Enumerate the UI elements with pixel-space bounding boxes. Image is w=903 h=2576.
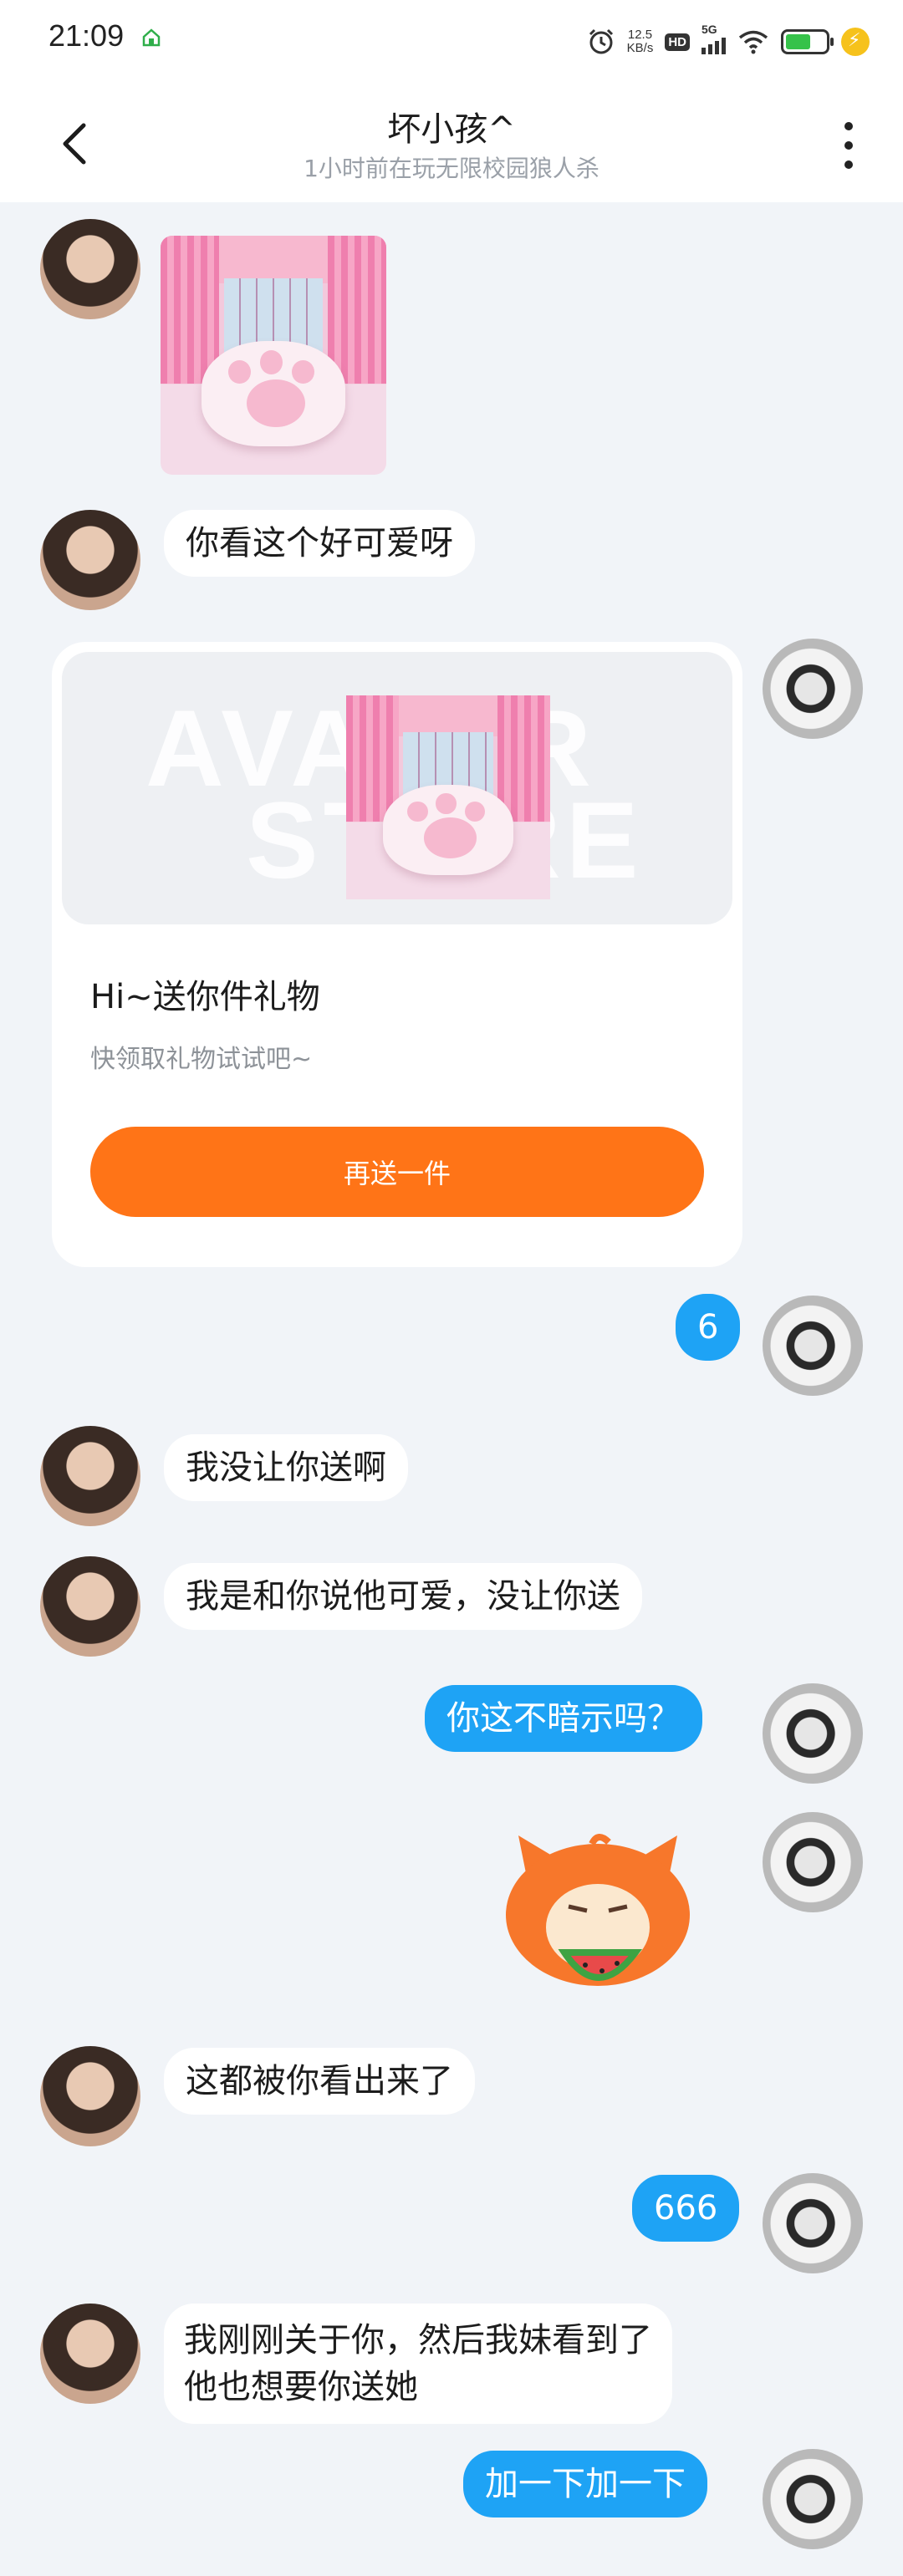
contact-avatar[interactable] (40, 510, 140, 610)
incoming-message[interactable]: 我没让你送啊 (164, 1434, 408, 1501)
net-speed: 12.5 KB/s (626, 28, 654, 55)
my-avatar[interactable] (763, 1812, 863, 1912)
chat-header: 坏小孩^ 1小时前在玩无限校园狼人杀 (0, 84, 903, 202)
gift-description: 快领取礼物试试吧~ (90, 1045, 313, 1074)
paw-cushion-image (161, 236, 386, 475)
status-icons: 12.5 KB/s HD 5G (587, 20, 870, 64)
my-avatar[interactable] (763, 2173, 863, 2273)
my-avatar[interactable] (763, 639, 863, 739)
outgoing-message[interactable]: 你这不暗示吗？ (425, 1685, 702, 1752)
signal-icon: 5G (701, 23, 726, 54)
my-avatar[interactable] (763, 2449, 863, 2549)
contact-status: 1小时前在玩无限校园狼人杀 (304, 155, 599, 182)
outgoing-message[interactable]: 666 (632, 2175, 740, 2242)
status-bar: 21:09 12.5 KB/s HD 5G (0, 0, 903, 84)
incoming-message[interactable]: 我刚刚关于你，然后我妹看到了 他也想要你送她 (164, 2304, 672, 2424)
contact-avatar[interactable] (40, 1426, 140, 1526)
incoming-message[interactable]: 我是和你说他可爱，没让你送 (164, 1563, 642, 1630)
outgoing-message[interactable]: 6 (676, 1294, 741, 1361)
clock: 21:09 (48, 18, 125, 53)
contact-avatar[interactable] (40, 2046, 140, 2146)
contact-avatar[interactable] (40, 219, 140, 319)
message-line: 他也想要你送她 (184, 2368, 418, 2406)
gift-banner: AVATAR STORE (62, 652, 732, 924)
contact-avatar[interactable] (40, 2304, 140, 2404)
hd-icon: HD (665, 33, 690, 51)
incoming-message[interactable]: 你看这个好可爱呀 (164, 510, 475, 577)
message-line: 我刚刚关于你，然后我妹看到了 (184, 2321, 652, 2360)
battery-icon (781, 29, 834, 54)
contact-name[interactable]: 坏小孩^ (0, 102, 903, 150)
outgoing-message[interactable]: 加一下加一下 (463, 2451, 707, 2517)
more-options-icon[interactable] (836, 120, 861, 171)
gift-card[interactable]: AVATAR STORE Hi~送你件礼物 快领取礼物试试吧~ 再送一件 (52, 642, 742, 1267)
alarm-icon (589, 28, 613, 54)
incoming-message[interactable]: 这都被你看出来了 (164, 2048, 475, 2115)
image-message[interactable] (161, 236, 386, 475)
gift-image (346, 695, 550, 899)
gift-title: Hi~送你件礼物 (90, 978, 320, 1016)
send-again-button[interactable]: 再送一件 (90, 1127, 704, 1217)
my-avatar[interactable] (763, 1683, 863, 1784)
charging-icon (841, 28, 870, 56)
home-icon (142, 28, 161, 47)
watermelon-cat-sticker[interactable] (493, 1827, 702, 2003)
wifi-icon (738, 30, 768, 54)
my-avatar[interactable] (763, 1296, 863, 1396)
contact-avatar[interactable] (40, 1556, 140, 1657)
